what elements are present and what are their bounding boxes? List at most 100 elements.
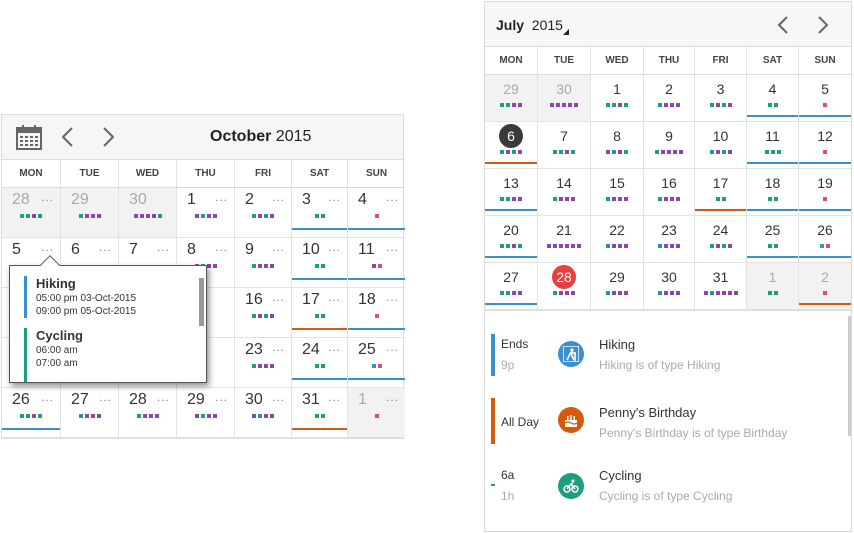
day-cell[interactable]: 28... — [2, 188, 61, 238]
day-cell[interactable]: 31 — [695, 263, 747, 310]
day-cell[interactable]: 13 — [485, 169, 538, 216]
day-number: 4 — [747, 80, 798, 101]
day-cell[interactable]: 27... — [61, 388, 119, 438]
agenda-item-hiking[interactable]: Ends 9p Hiking Hiking is of type Hiking — [485, 332, 845, 392]
day-cell[interactable]: 26... — [2, 388, 61, 438]
day-cell[interactable]: 17... — [292, 288, 348, 338]
month-year-title[interactable]: July 2015 — [496, 17, 563, 33]
more-events-button[interactable]: ... — [386, 240, 399, 254]
day-cell[interactable]: 1... — [348, 388, 405, 438]
day-cell[interactable]: 28 — [538, 263, 591, 310]
day-cell[interactable]: 24... — [292, 338, 348, 388]
day-cell[interactable]: 30 — [644, 263, 695, 310]
day-cell[interactable]: 25 — [747, 216, 799, 263]
day-cell[interactable]: 9... — [235, 238, 292, 288]
day-cell[interactable]: 1 — [591, 75, 644, 122]
chevron-left-icon[interactable] — [59, 126, 77, 148]
more-events-button[interactable]: ... — [272, 390, 285, 404]
day-cell[interactable]: 11... — [348, 238, 405, 288]
day-cell[interactable]: 29 — [61, 188, 119, 238]
day-cell[interactable]: 16 — [644, 169, 695, 216]
day-cell[interactable]: 30 — [119, 188, 177, 238]
day-cell[interactable]: 23... — [235, 338, 292, 388]
day-cell[interactable]: 24 — [695, 216, 747, 263]
day-cell[interactable]: 12 — [799, 122, 851, 169]
more-events-button[interactable]: ... — [272, 340, 285, 354]
more-events-button[interactable]: ... — [99, 390, 112, 404]
more-events-button[interactable]: ... — [386, 390, 399, 404]
popup-event-cycling[interactable]: Cycling 06:00 am 07:00 am — [24, 328, 83, 382]
day-cell[interactable]: 17 — [695, 169, 747, 216]
day-cell[interactable]: 3... — [292, 188, 348, 238]
day-cell[interactable]: 26 — [799, 216, 851, 263]
day-number-text: 24 — [712, 222, 729, 238]
day-cell[interactable]: 10... — [292, 238, 348, 288]
day-cell[interactable]: 2... — [235, 188, 292, 238]
agenda-item-cycling[interactable]: 6a 1h Cycling Cycling is of type Cycling — [485, 464, 845, 524]
day-cell[interactable]: 20 — [485, 216, 538, 263]
chevron-left-icon[interactable] — [775, 15, 791, 35]
more-events-button[interactable]: ... — [328, 240, 341, 254]
day-cell[interactable]: 6 — [485, 122, 538, 169]
chevron-right-icon[interactable] — [815, 15, 831, 35]
day-cell[interactable]: 30... — [235, 388, 292, 438]
more-events-button[interactable]: ... — [272, 240, 285, 254]
day-cell[interactable]: 2 — [644, 75, 695, 122]
day-cell[interactable]: 4... — [348, 188, 405, 238]
more-events-button[interactable]: ... — [328, 190, 341, 204]
day-cell[interactable]: 5 — [799, 75, 851, 122]
day-cell[interactable]: 8 — [591, 122, 644, 169]
day-cell[interactable]: 10 — [695, 122, 747, 169]
day-cell[interactable]: 11 — [747, 122, 799, 169]
more-events-button[interactable]: ... — [272, 290, 285, 304]
more-events-button[interactable]: ... — [328, 290, 341, 304]
more-events-button[interactable]: ... — [328, 390, 341, 404]
event-dot — [571, 150, 575, 154]
popup-event-hiking[interactable]: Hiking 05:00 pm 03-Oct-2015 09:00 pm 05-… — [24, 276, 136, 318]
more-events-button[interactable]: ... — [215, 390, 228, 404]
day-cell[interactable]: 31... — [292, 388, 348, 438]
more-events-button[interactable]: ... — [386, 340, 399, 354]
day-cell[interactable]: 28... — [119, 388, 177, 438]
day-cell[interactable]: 21 — [538, 216, 591, 263]
chevron-right-icon[interactable] — [99, 126, 117, 148]
day-cell[interactable]: 3 — [695, 75, 747, 122]
day-cell[interactable]: 15 — [591, 169, 644, 216]
popup-scrollbar[interactable] — [199, 278, 204, 326]
more-events-button[interactable]: ... — [157, 390, 170, 404]
day-cell[interactable]: 30 — [538, 75, 591, 122]
more-events-button[interactable]: ... — [41, 240, 54, 254]
day-cell[interactable]: 18... — [348, 288, 405, 338]
day-cell[interactable]: 1... — [177, 188, 235, 238]
more-events-button[interactable]: ... — [272, 190, 285, 204]
more-events-button[interactable]: ... — [328, 340, 341, 354]
more-events-button[interactable]: ... — [41, 390, 54, 404]
dropdown-caret-icon[interactable] — [563, 29, 569, 35]
day-cell[interactable]: 2 — [799, 263, 851, 310]
day-cell[interactable]: 4 — [747, 75, 799, 122]
day-cell[interactable]: 27 — [485, 263, 538, 310]
day-cell[interactable]: 25... — [348, 338, 405, 388]
day-cell[interactable]: 14 — [538, 169, 591, 216]
agenda-item-birthday[interactable]: All Day Penny's Birthday Penny's Birthda… — [485, 398, 845, 458]
more-events-button[interactable]: ... — [99, 240, 112, 254]
agenda-scrollbar[interactable] — [848, 316, 851, 436]
more-events-button[interactable]: ... — [386, 190, 399, 204]
more-events-button[interactable]: ... — [157, 240, 170, 254]
day-cell[interactable]: 18 — [747, 169, 799, 216]
day-cell[interactable]: 9 — [644, 122, 695, 169]
day-cell[interactable]: 16... — [235, 288, 292, 338]
day-cell[interactable]: 29 — [485, 75, 538, 122]
day-cell[interactable]: 7 — [538, 122, 591, 169]
more-events-button[interactable]: ... — [215, 240, 228, 254]
more-events-button[interactable]: ... — [215, 190, 228, 204]
day-cell[interactable]: 23 — [644, 216, 695, 263]
day-cell[interactable]: 1 — [747, 263, 799, 310]
day-cell[interactable]: 29... — [177, 388, 235, 438]
calendar-icon[interactable] — [16, 125, 42, 150]
more-events-button[interactable]: ... — [41, 190, 54, 204]
day-cell[interactable]: 29 — [591, 263, 644, 310]
day-cell[interactable]: 22 — [591, 216, 644, 263]
more-events-button[interactable]: ... — [386, 290, 399, 304]
day-cell[interactable]: 19 — [799, 169, 851, 216]
